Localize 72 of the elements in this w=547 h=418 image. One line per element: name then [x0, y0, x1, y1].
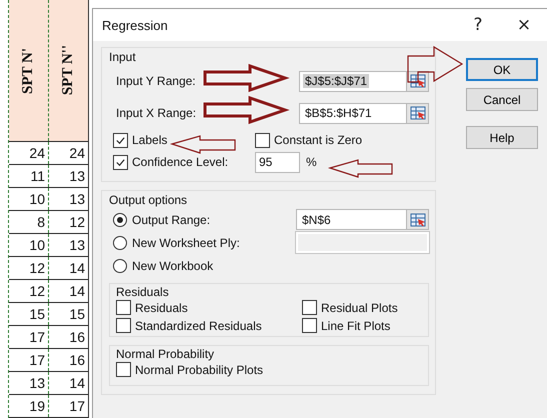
range-select-button[interactable] — [406, 210, 428, 229]
table-cell: 17 — [9, 326, 49, 348]
checkbox-label: Normal Probability Plots — [135, 362, 264, 376]
table-cell-text: 14 — [68, 282, 86, 301]
checkbox[interactable] — [113, 132, 128, 148]
percent-label: % — [306, 155, 317, 169]
window-title: Regression — [102, 18, 168, 32]
arrow — [328, 159, 393, 178]
range-select-button[interactable] — [406, 104, 428, 122]
radio-label: Output Range: — [132, 212, 210, 226]
table-cell-text: 14 — [68, 259, 86, 278]
table-cell: 19 — [9, 395, 49, 417]
range-field[interactable]: $J$5:$J$71 — [299, 70, 429, 92]
confidence-field[interactable]: 95 — [255, 152, 300, 172]
checkbox-label: Standardized Residuals — [135, 318, 262, 332]
checkbox[interactable] — [255, 132, 270, 148]
checkbox[interactable] — [113, 154, 128, 170]
table-cell-text: 13 — [68, 167, 86, 186]
dialog-button[interactable]: OK — [466, 58, 538, 81]
radio-button[interactable] — [113, 212, 127, 226]
table-cell: 8 — [9, 211, 49, 233]
group-heading: Input — [109, 50, 137, 65]
table-cell: 10 — [9, 188, 49, 210]
table-cell: 12 — [9, 257, 49, 279]
table-cell-text: 13 — [68, 236, 86, 255]
checkmark-icon — [115, 134, 126, 146]
close-button[interactable]: × — [501, 10, 547, 40]
group-heading: Normal Probability — [116, 347, 216, 362]
radio-button[interactable] — [113, 258, 127, 272]
checkbox-label: Labels — [132, 133, 168, 147]
checkbox-label: Line Fit Plots — [321, 318, 390, 332]
dialog-button[interactable]: Help — [466, 126, 538, 149]
table-cell: 17 — [9, 349, 49, 371]
table-cell: 10 — [9, 234, 49, 256]
help-button[interactable]: ? — [455, 10, 501, 40]
table-cell: 15 — [9, 303, 49, 325]
radio-label: New Worksheet Ply: — [132, 236, 240, 250]
table-cell-text: 15 — [68, 305, 86, 324]
table-cell-text: 13 — [68, 190, 86, 209]
table-cell: 24 — [9, 142, 49, 164]
checkbox-label: Residual Plots — [321, 300, 398, 314]
table-cell-text: 14 — [68, 374, 86, 393]
arrow — [170, 135, 236, 154]
checkbox[interactable] — [116, 300, 131, 315]
checkbox[interactable] — [116, 362, 131, 377]
group-heading: Output options — [109, 193, 188, 208]
table-cell: 13 — [9, 372, 49, 394]
table-cell-text: 24 — [68, 144, 86, 163]
dialog-button[interactable]: Cancel — [466, 88, 538, 111]
checkbox[interactable] — [302, 300, 317, 315]
range-field[interactable]: $B$5:$H$71 — [299, 102, 429, 124]
field-label: Input X Range: — [116, 106, 196, 120]
table-cell: 11 — [9, 165, 49, 187]
table-cell-text: 16 — [68, 328, 86, 347]
checkbox-label: Confidence Level: — [132, 155, 228, 169]
table-cell: 12 — [9, 280, 49, 302]
field-label: Input Y Range: — [116, 74, 196, 88]
table-cell-text: 12 — [68, 213, 86, 232]
checkmark-icon — [115, 156, 126, 168]
column-header: SPT N' — [9, 0, 49, 141]
checkbox-label: Residuals — [135, 300, 188, 314]
table-cell-text: 16 — [68, 351, 86, 370]
radio-label: New Workbook — [132, 258, 214, 272]
range-field[interactable]: $N$6 — [296, 209, 429, 230]
checkbox[interactable] — [116, 318, 131, 333]
arrow — [407, 46, 464, 83]
checkbox[interactable] — [302, 318, 317, 333]
group-heading: Residuals — [116, 285, 170, 300]
column-header: SPT N'' — [59, 44, 77, 98]
range-select-button[interactable] — [406, 72, 428, 90]
checkbox-label: Constant is Zero — [274, 133, 362, 147]
table-cell-text: 17 — [68, 397, 86, 416]
